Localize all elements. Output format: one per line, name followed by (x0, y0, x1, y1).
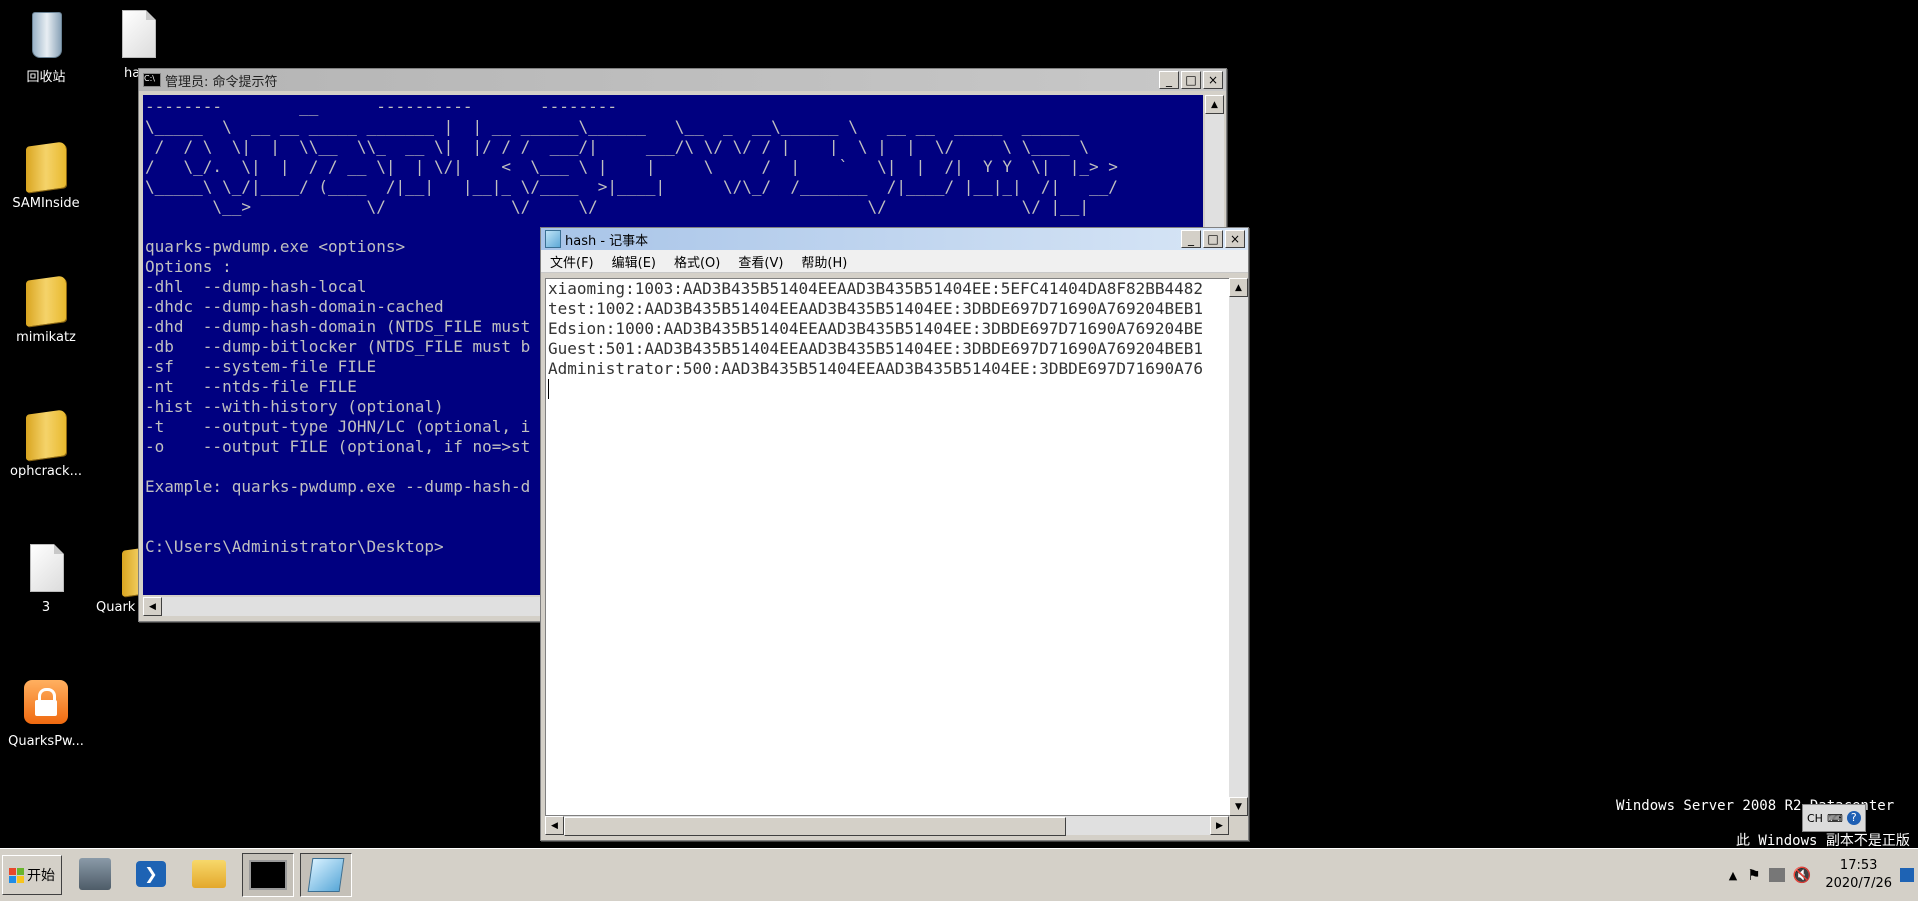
language-bar[interactable]: CH ⌨ ? (1802, 804, 1866, 832)
taskbar: 开始 ❯ ▲ ⚑ 🔇 17:53 2020/7/26 (0, 848, 1918, 901)
menu-edit[interactable]: 编辑(E) (603, 252, 665, 271)
desktop-icon-quarkspwdump[interactable]: QuarksPw... (0, 674, 94, 749)
scroll-up-button[interactable]: ▲ (1229, 278, 1248, 297)
maximize-button[interactable]: □ (1203, 230, 1223, 248)
menu-help[interactable]: 帮助(H) (792, 252, 856, 271)
notepad-titlebar[interactable]: hash - 记事本 _ □ × (541, 228, 1248, 250)
windows-logo-icon (9, 867, 24, 883)
scroll-left-button[interactable]: ◀ (143, 597, 162, 616)
menu-format[interactable]: 格式(O) (665, 252, 729, 271)
notepad-vertical-scrollbar[interactable]: ▲ ▼ (1229, 278, 1248, 816)
close-button[interactable]: × (1225, 230, 1245, 248)
taskbar-notepad[interactable] (300, 853, 352, 897)
text-line: test:1002:AAD3B435B51404EEAAD3B435B51404… (548, 299, 1204, 318)
action-center-flag-icon[interactable]: ⚑ (1747, 866, 1760, 884)
cmd-title: 管理员: 命令提示符 (165, 74, 278, 90)
start-button[interactable]: 开始 (2, 855, 62, 895)
desktop-icon-saminside[interactable]: SAMInside (0, 136, 94, 211)
keyboard-icon[interactable]: ⌨ (1827, 812, 1843, 825)
clock-time: 17:53 (1839, 858, 1878, 873)
minimize-button[interactable]: _ (1159, 71, 1179, 89)
notepad-title: hash - 记事本 (565, 233, 649, 249)
menu-view[interactable]: 查看(V) (729, 252, 792, 271)
text-line: Edsion:1000:AAD3B435B51404EEAAD3B435B514… (548, 319, 1204, 338)
cmd-icon (249, 860, 287, 890)
help-icon[interactable]: ? (1846, 811, 1861, 825)
system-tray: ▲ ⚑ 🔇 17:53 2020/7/26 (1729, 853, 1918, 897)
server-manager-icon (79, 858, 111, 890)
taskbar-cmd[interactable] (242, 853, 294, 897)
clock[interactable]: 17:53 2020/7/26 (1825, 857, 1892, 893)
cmd-icon: C:\ (143, 73, 161, 87)
close-button[interactable]: × (1203, 71, 1223, 89)
notepad-icon (545, 230, 561, 248)
genuine-notice: 此 Windows 副本不是正版 (1736, 833, 1910, 849)
desktop-icon-recycle-bin[interactable]: 回收站 (0, 6, 94, 85)
scroll-up-button[interactable]: ▲ (1205, 95, 1224, 114)
notepad-text-area[interactable]: xiaoming:1003:AAD3B435B51404EEAAD3B435B5… (545, 278, 1231, 816)
cmd-titlebar[interactable]: C:\ 管理员: 命令提示符 _ □ × (139, 69, 1226, 91)
taskbar-explorer[interactable] (184, 853, 234, 895)
menu-file[interactable]: 文件(F) (541, 252, 603, 271)
powershell-icon: ❯ (136, 861, 166, 887)
recycle-bin-icon (32, 12, 62, 58)
notepad-window[interactable]: hash - 记事本 _ □ × 文件(F) 编辑(E) 格式(O) 查看(V)… (540, 227, 1249, 841)
language-indicator[interactable]: CH (1807, 812, 1823, 825)
start-label: 开始 (27, 868, 55, 884)
desktop-icon-mimikatz[interactable]: mimikatz (0, 270, 94, 345)
notepad-menubar: 文件(F) 编辑(E) 格式(O) 查看(V) 帮助(H) (541, 250, 1248, 273)
text-caret (548, 379, 549, 399)
network-icon[interactable] (1768, 868, 1785, 882)
folder-icon (192, 860, 226, 888)
scroll-right-button[interactable]: ▶ (1210, 816, 1229, 835)
horizontal-scroll-thumb[interactable] (564, 817, 1066, 836)
scroll-down-button[interactable]: ▼ (1229, 797, 1248, 816)
text-file-icon (30, 544, 64, 592)
clock-date: 2020/7/26 (1825, 876, 1892, 891)
show-hidden-icons-button[interactable]: ▲ (1729, 869, 1737, 882)
text-line: xiaoming:1003:AAD3B435B51404EEAAD3B435B5… (548, 279, 1204, 298)
text-line: Guest:501:AAD3B435B51404EEAAD3B435B51404… (548, 339, 1204, 358)
minimize-button[interactable]: _ (1181, 230, 1201, 248)
volume-muted-icon[interactable]: 🔇 (1793, 866, 1812, 884)
show-desktop-button[interactable] (1900, 868, 1914, 882)
taskbar-server-manager[interactable] (70, 853, 120, 895)
notepad-icon (307, 858, 345, 892)
folder-icon (26, 409, 66, 461)
folder-icon (26, 141, 66, 193)
taskbar-powershell[interactable]: ❯ (126, 853, 176, 895)
desktop-icon-3[interactable]: 3 (0, 540, 94, 615)
scroll-left-button[interactable]: ◀ (545, 816, 564, 835)
folder-icon (26, 275, 66, 327)
maximize-button[interactable]: □ (1181, 71, 1201, 89)
lock-icon (24, 680, 68, 724)
text-line: Administrator:500:AAD3B435B51404EEAAD3B4… (548, 359, 1204, 378)
notepad-horizontal-scrollbar[interactable]: ◀ ▶ (545, 816, 1229, 836)
desktop-icon-ophcrack[interactable]: ophcrack... (0, 404, 94, 479)
text-file-icon (122, 10, 156, 58)
